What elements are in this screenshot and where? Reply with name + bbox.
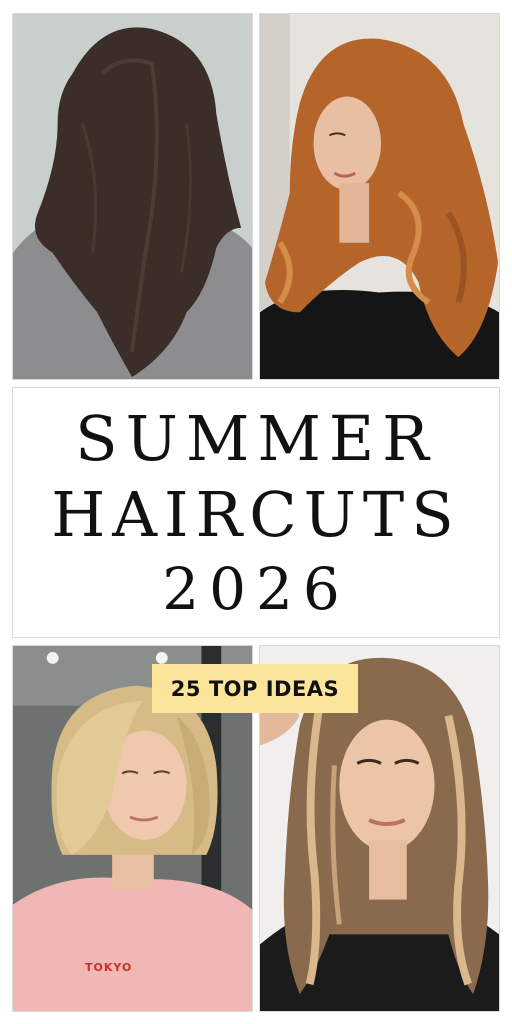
photo-long-dark-layered-hair <box>12 13 253 380</box>
top-ideas-badge: 25 TOP IDEAS <box>152 664 358 713</box>
photo-copper-voluminous-waves <box>259 13 500 380</box>
title-card: SUMMER HAIRCUTS 2026 <box>12 387 500 638</box>
title-line-haircuts: HAIRCUTS <box>51 477 461 551</box>
title-line-summer: SUMMER <box>75 401 437 475</box>
title-line-year: 2026 <box>162 554 350 623</box>
shirt-text: TOKYO <box>85 961 133 974</box>
